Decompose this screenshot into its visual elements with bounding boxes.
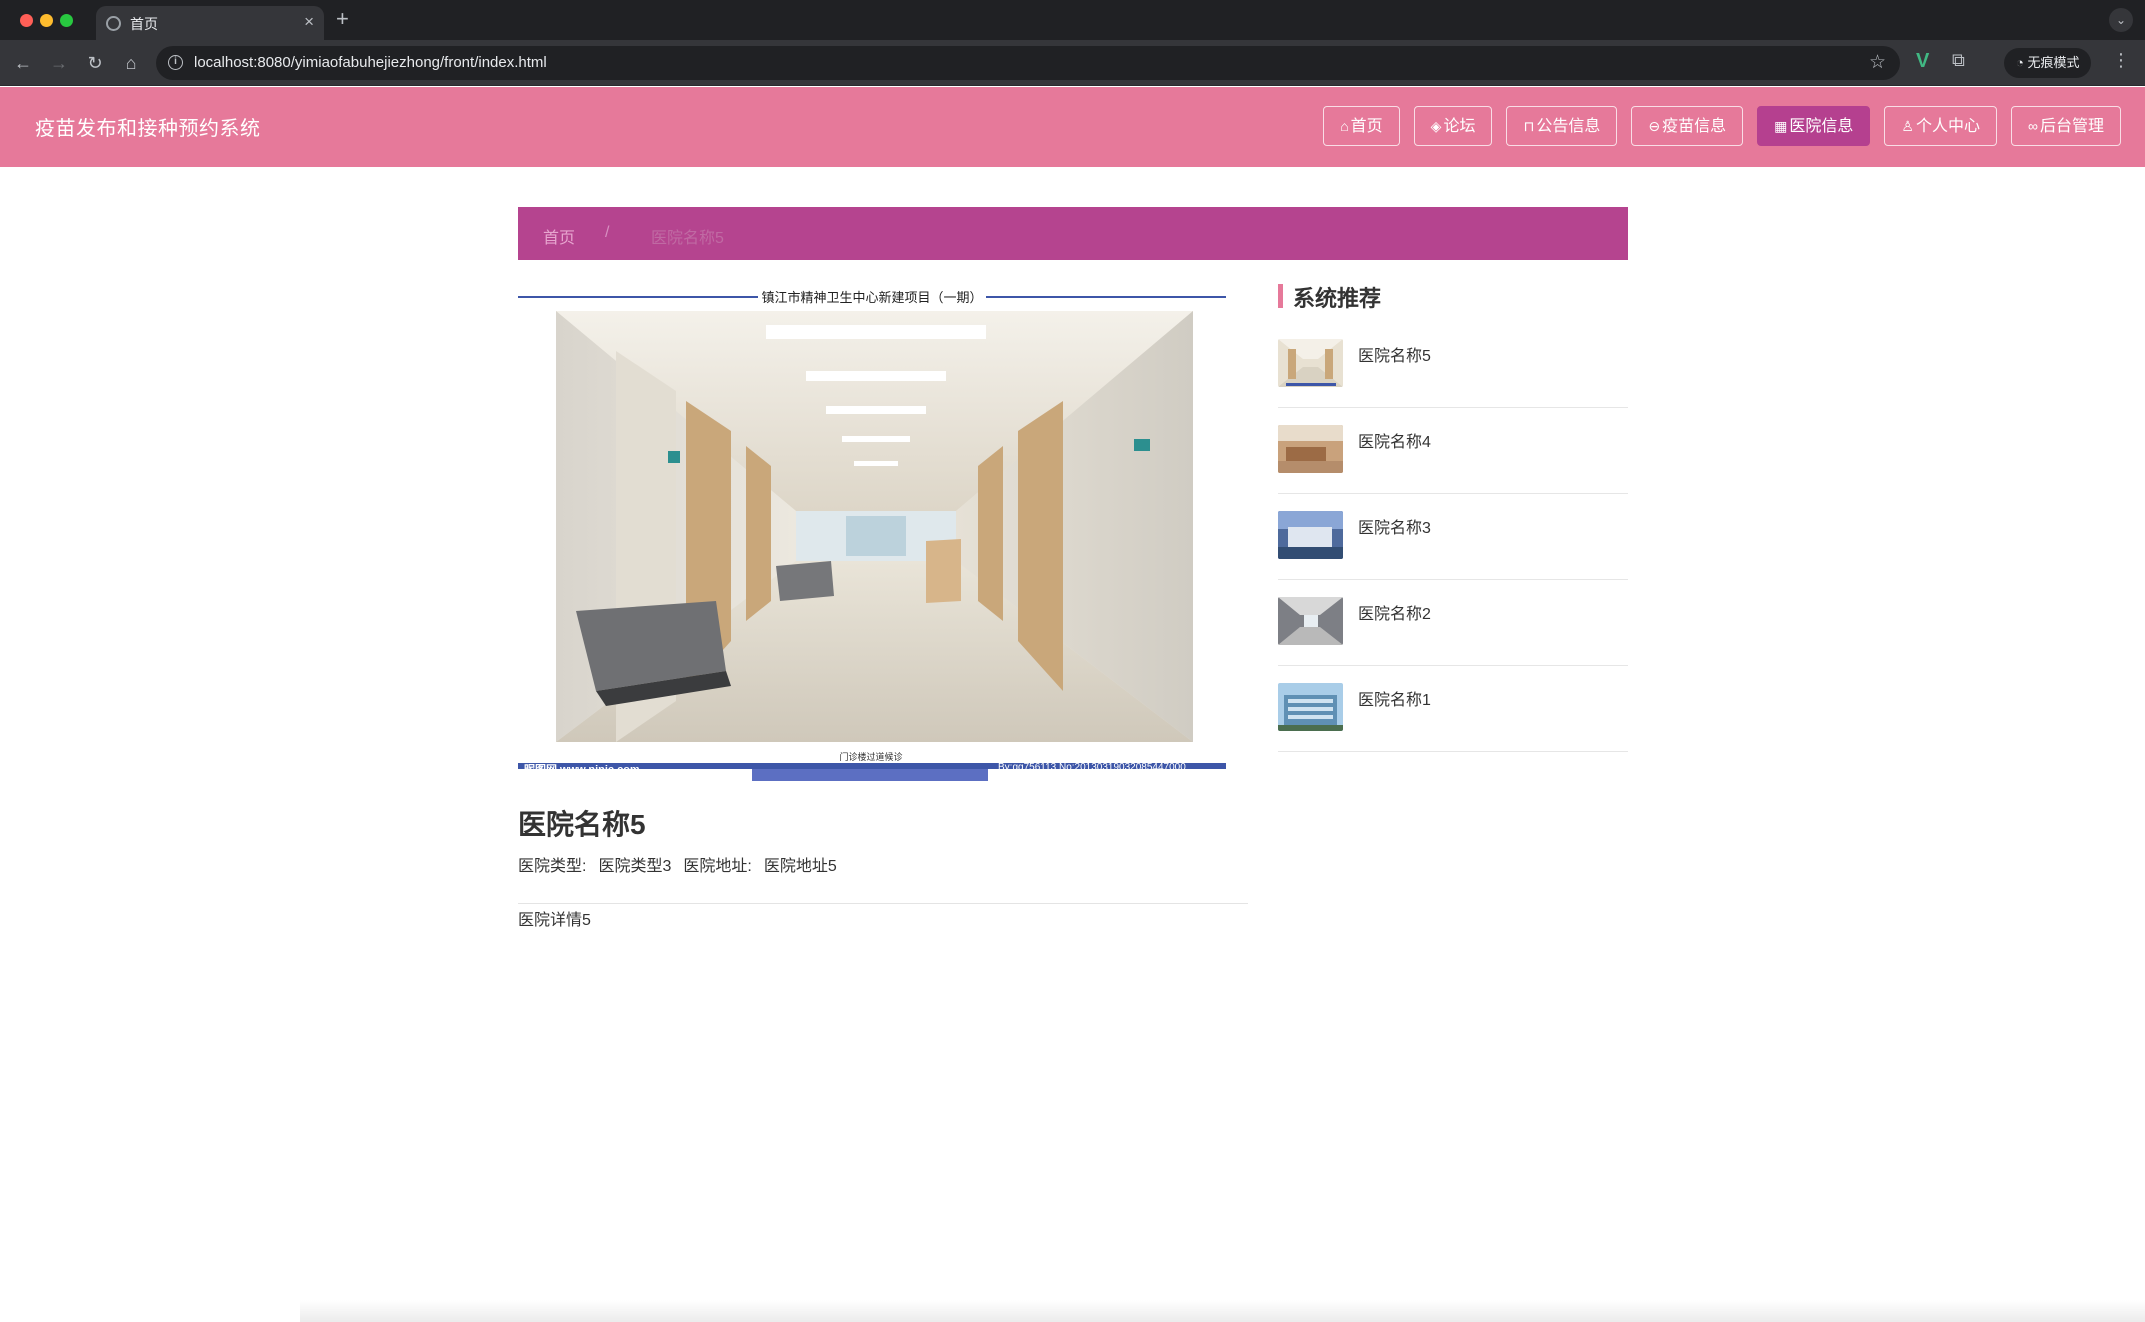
recommend-name[interactable]: 医院名称2 <box>1358 600 1431 624</box>
recommend-thumbnail[interactable] <box>1278 683 1343 731</box>
recommend-item[interactable]: 医院名称1 <box>1278 666 1628 752</box>
grid-icon: ▦ <box>1774 118 1788 134</box>
nav-forum[interactable]: ◈ 论坛 <box>1413 106 1493 146</box>
recommend-thumbnail[interactable] <box>1278 511 1343 559</box>
layers-icon: ◈ <box>1430 118 1442 134</box>
recommend-list: 医院名称5 医院名称4 医院名称3 医院名称2 医院名称1 <box>1278 322 1628 752</box>
info-icon[interactable]: i <box>168 55 183 70</box>
recommend-name[interactable]: 医院名称5 <box>1358 342 1431 366</box>
page-bottom-shadow <box>300 1300 2145 1322</box>
tab-search-button[interactable]: ⌄ <box>2109 8 2133 32</box>
home-icon: ⌂ <box>1340 118 1349 134</box>
browser-tab[interactable]: 首页 × <box>96 6 324 40</box>
main-nav: ⌂ 首页 ◈ 论坛 ⊓ 公告信息 ⊖ 疫苗信息 ▦ 医院信息 ♙ 个人中心 ∞ 后台管理 <box>1323 106 2121 146</box>
image-caption-bottom: 门诊楼过道候诊 <box>839 752 903 762</box>
bank-icon: ⊓ <box>1523 118 1535 134</box>
breadcrumb-separator: / <box>605 224 610 241</box>
incognito-label: 无痕模式 <box>2027 55 2080 70</box>
tab-title: 首页 <box>130 16 158 32</box>
recommend-thumbnail[interactable] <box>1278 597 1343 645</box>
incognito-icon: ◔ <box>2016 55 2028 70</box>
circle-icon: ⊖ <box>1648 118 1661 134</box>
image-watermark-right: By:qq756113 No:20130319032085447000 <box>998 762 1186 773</box>
nav-hospitals[interactable]: ▦ 医院信息 <box>1757 106 1871 146</box>
user-icon: ♙ <box>1901 118 1914 134</box>
browser-tab-strip: 首页 × + ⌄ <box>0 0 2145 40</box>
hospital-type-label: 医院类型: <box>518 858 587 875</box>
hospital-type-value: 医院类型3 <box>598 858 672 875</box>
recommend-item[interactable]: 医院名称5 <box>1278 322 1628 408</box>
nav-vaccines[interactable]: ⊖ 疫苗信息 <box>1631 106 1744 146</box>
sidebar-title: 系统推荐 <box>1293 286 1382 311</box>
forward-icon[interactable]: → <box>46 50 72 76</box>
hospital-main-image: 镇江市精神卫生中心新建项目（一期） 门诊楼过道候诊 昵图网 www.nipic.… <box>518 287 1226 784</box>
recommend-name[interactable]: 医院名称4 <box>1358 428 1431 452</box>
recommend-item[interactable]: 医院名称3 <box>1278 494 1628 580</box>
maximize-window-button[interactable] <box>60 14 73 27</box>
vue-devtools-icon[interactable]: V <box>1916 50 1929 73</box>
site-header: 疫苗发布和接种预约系统 ⌂ 首页 ◈ 论坛 ⊓ 公告信息 ⊖ 疫苗信息 ▦ 医院信息 ♙ 个… <box>0 87 2145 167</box>
extensions-icon[interactable]: ⧉ <box>1952 50 1965 71</box>
globe-icon <box>106 16 121 31</box>
bookmark-star-icon[interactable]: ☆ <box>1869 51 1886 74</box>
hospital-address-label: 医院地址: <box>683 858 752 875</box>
breadcrumb-home[interactable]: 首页 <box>543 224 575 248</box>
nav-profile[interactable]: ♙ 个人中心 <box>1884 106 1997 146</box>
image-frame-block <box>752 769 988 781</box>
home-icon[interactable]: ⌂ <box>118 50 144 76</box>
close-icon[interactable]: × <box>304 12 314 32</box>
detail-divider <box>518 903 1248 904</box>
hospital-meta: 医院类型: 医院类型3 医院地址: 医院地址5 <box>518 852 849 876</box>
browser-toolbar: ← → ↻ ⌂ i localhost:8080/yimiaofabuhejie… <box>0 40 2145 86</box>
corridor-photo <box>556 311 1193 742</box>
incognito-badge[interactable]: ◔ 无痕模式 <box>2004 48 2092 78</box>
recommend-thumbnail[interactable] <box>1278 339 1343 387</box>
nav-home[interactable]: ⌂ 首页 <box>1323 106 1400 146</box>
new-tab-button[interactable]: + <box>336 6 349 32</box>
image-watermark-left: 昵图网 www.nipic.com <box>524 764 640 776</box>
reload-icon[interactable]: ↻ <box>82 50 108 76</box>
breadcrumb: 首页 / 医院名称5 <box>518 207 1628 260</box>
nav-announcements[interactable]: ⊓ 公告信息 <box>1506 106 1618 146</box>
recommend-item[interactable]: 医院名称4 <box>1278 408 1628 494</box>
image-caption-top: 镇江市精神卫生中心新建项目（一期） <box>518 287 1226 306</box>
recommend-item[interactable]: 医院名称2 <box>1278 580 1628 666</box>
address-bar[interactable]: i localhost:8080/yimiaofabuhejiezhong/fr… <box>156 46 1900 80</box>
back-icon[interactable]: ← <box>10 50 36 76</box>
minimize-window-button[interactable] <box>40 14 53 27</box>
url-text[interactable]: localhost:8080/yimiaofabuhejiezhong/fron… <box>194 54 547 71</box>
site-title: 疫苗发布和接种预约系统 <box>35 118 261 140</box>
hospital-description: 医院详情5 <box>518 912 591 929</box>
recommend-name[interactable]: 医院名称1 <box>1358 686 1431 710</box>
breadcrumb-current: 医院名称5 <box>651 230 724 247</box>
recommend-name[interactable]: 医院名称3 <box>1358 514 1431 538</box>
sidebar-title-accent <box>1278 284 1283 308</box>
close-window-button[interactable] <box>20 14 33 27</box>
nav-admin[interactable]: ∞ 后台管理 <box>2011 106 2121 146</box>
more-menu-icon[interactable]: ⋮ <box>2112 50 2130 71</box>
recommend-thumbnail[interactable] <box>1278 425 1343 473</box>
link-icon: ∞ <box>2028 118 2038 134</box>
hospital-address-value: 医院地址5 <box>763 858 837 875</box>
hospital-name-heading: 医院名称5 <box>518 809 646 840</box>
